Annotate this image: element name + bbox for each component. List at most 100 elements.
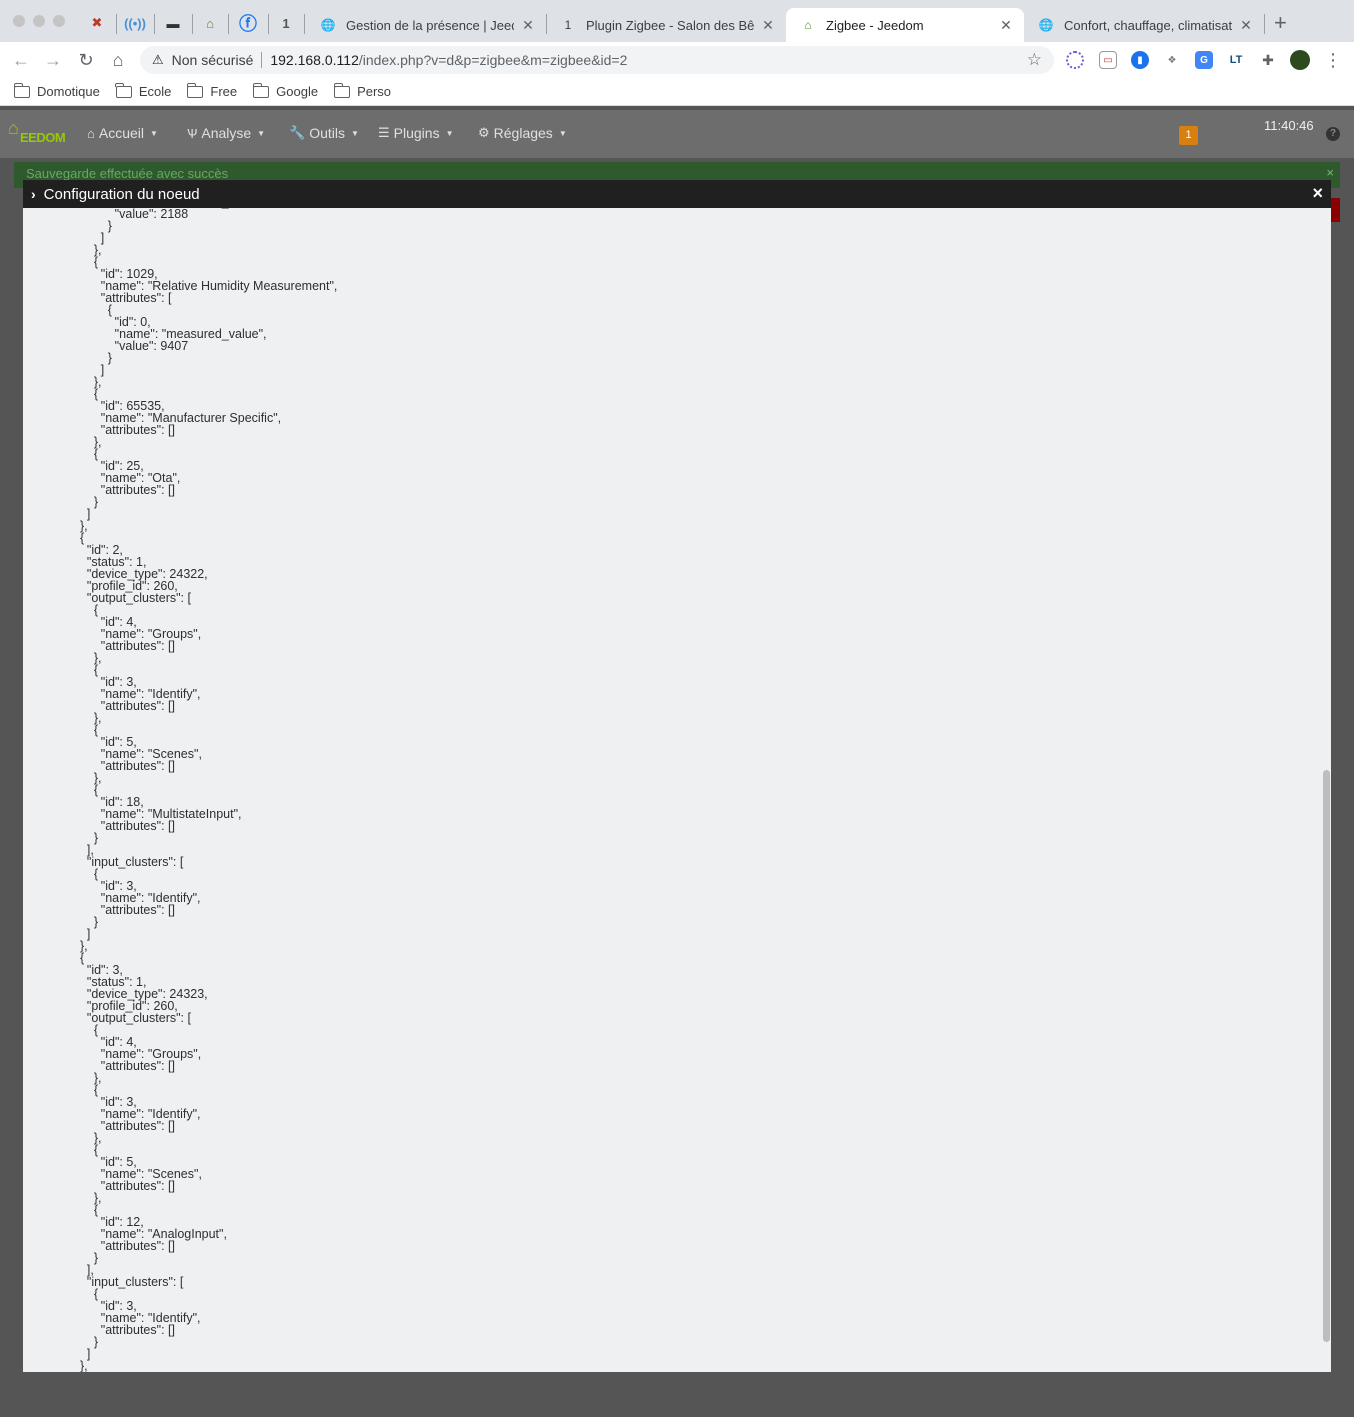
extension-cast-icon[interactable]: ▭: [1099, 51, 1117, 69]
bookmark-domotique[interactable]: Domotique: [13, 82, 100, 99]
gear-icon: ⚙: [478, 125, 490, 140]
warning-icon: ⚠: [152, 52, 164, 67]
tab-close-icon[interactable]: ✕: [760, 17, 776, 34]
chevron-right-icon: ›: [31, 186, 36, 202]
bookmark-star-icon[interactable]: ☆: [1027, 50, 1042, 70]
reload-icon[interactable]: ↻: [75, 49, 97, 71]
list-icon: ☰: [378, 125, 390, 140]
bookmark-free[interactable]: Free: [186, 82, 238, 99]
jeedom-logo[interactable]: ⌂ EEDOM: [6, 118, 70, 148]
bookmark-label: Perso: [357, 84, 392, 99]
tab-title: Confort, chauffage, climatisation: [1064, 17, 1232, 33]
help-icon[interactable]: ?: [1326, 127, 1340, 141]
browser-tab-strip: ✖ ((•)) ▬ ⌂ ⓕ 1 🌐 Gestion de la présence…: [0, 0, 1354, 42]
caret-down-icon: ▼: [257, 128, 266, 138]
tab-plugin-zigbee[interactable]: 1 Plugin Zigbee - Salon des Bêta-testeur…: [546, 8, 786, 42]
home-icon: ⌂: [87, 125, 95, 141]
pinned-tab-facebook-icon[interactable]: ⓕ: [237, 12, 259, 34]
jeedom-navbar: ⌂ EEDOM ⌂ Accueil ▼ Ѱ Analyse ▼ 🔧 Outils ▼ ☰ Pl…: [0, 110, 1354, 158]
menu-label: Analyse: [201, 125, 252, 141]
bookmark-ecole[interactable]: Ecole: [115, 82, 172, 99]
menu-outils[interactable]: 🔧 Outils ▼: [289, 125, 359, 141]
tab-title: Zigbee - Jeedom: [826, 17, 924, 33]
back-arrow-icon[interactable]: ←: [10, 49, 32, 71]
extension-lt-icon[interactable]: LT: [1227, 51, 1245, 69]
tab-close-icon[interactable]: ✕: [998, 17, 1014, 34]
alert-close-icon[interactable]: ×: [1326, 165, 1334, 180]
url-host: 192.168.0.112: [270, 52, 359, 68]
tab-title: Gestion de la présence | Jeedom: [346, 17, 514, 33]
tab-gestion-presence[interactable]: 🌐 Gestion de la présence | Jeedom ✕: [306, 8, 546, 42]
pinned-tab-one-icon[interactable]: 1: [275, 12, 297, 34]
message-badge[interactable]: 1: [1179, 126, 1198, 145]
browser-toolbar: ← → ↻ ⌂ ⚠ Non sécurisé 192.168.0.112/ind…: [0, 42, 1354, 78]
menu-kebab-icon[interactable]: ⋮: [1322, 49, 1344, 71]
extension-ring-icon[interactable]: [1066, 51, 1084, 69]
modal-scroll-thumb[interactable]: [1323, 770, 1330, 1342]
modal-header: › Configuration du noeud ×: [23, 180, 1331, 208]
menu-label: Outils: [309, 125, 345, 141]
menu-label: Plugins: [393, 125, 440, 141]
house-icon: ⌂: [8, 118, 19, 138]
folder-icon: [252, 82, 270, 98]
window-minimize-button[interactable]: [33, 15, 45, 27]
pinned-tab-feather-icon[interactable]: ▬: [162, 12, 184, 34]
red-side-tab: [1331, 198, 1340, 222]
window-zoom-button[interactable]: [53, 15, 65, 27]
extension-bookmark-icon[interactable]: ▮: [1131, 51, 1149, 69]
caret-down-icon: ▼: [350, 128, 359, 138]
tab-close-icon[interactable]: ✕: [1238, 17, 1254, 34]
tab-close-icon[interactable]: ✕: [520, 17, 536, 34]
folder-icon: [333, 82, 351, 98]
modal-close-icon[interactable]: ×: [1312, 183, 1323, 204]
bookmark-google[interactable]: Google: [252, 82, 319, 99]
pinned-tab-x-icon[interactable]: ✖: [86, 12, 108, 34]
extension-translate-icon[interactable]: G: [1195, 51, 1213, 69]
one-icon: 1: [564, 18, 572, 32]
tab-confort-chauffage[interactable]: 🌐 Confort, chauffage, climatisation ✕: [1024, 8, 1264, 42]
globe-icon: 🌐: [320, 18, 336, 32]
home-icon[interactable]: ⌂: [107, 49, 129, 71]
address-bar[interactable]: ⚠ Non sécurisé 192.168.0.112/index.php?v…: [140, 46, 1054, 74]
jeedom-icon: ⌂: [804, 18, 812, 32]
pinned-tab-radio-icon[interactable]: ((•)): [124, 12, 146, 34]
caret-down-icon: ▼: [150, 128, 158, 138]
caret-down-icon: ▼: [558, 128, 567, 138]
menu-analyse[interactable]: Ѱ Analyse ▼: [187, 125, 265, 141]
folder-icon: [13, 82, 30, 98]
logo-text: EEDOM: [20, 130, 66, 145]
globe-icon: 🌐: [1038, 18, 1054, 32]
bookmark-label: Ecole: [138, 84, 172, 99]
menu-plugins[interactable]: ☰ Plugins ▼: [378, 125, 454, 141]
folder-icon: [115, 82, 132, 98]
tab-title: Plugin Zigbee - Salon des Bêta-testeurs: [586, 17, 754, 33]
stethoscope-icon: Ѱ: [187, 125, 198, 141]
bookmarks-bar: Domotique Ecole Free Google Perso: [0, 78, 1354, 106]
profile-avatar[interactable]: [1290, 50, 1310, 70]
modal-body[interactable]: "name": "measured_value", "value": 2188 …: [23, 208, 1331, 1372]
security-label: Non sécurisé: [171, 52, 254, 68]
extension-dropbox-icon[interactable]: ❖: [1163, 51, 1181, 69]
modal-title: Configuration du noeud: [43, 185, 200, 203]
menu-label: Accueil: [98, 125, 144, 141]
bookmark-label: Domotique: [37, 84, 100, 99]
window-close-button[interactable]: [13, 15, 25, 27]
forward-arrow-icon[interactable]: →: [42, 49, 64, 71]
bookmark-label: Free: [210, 84, 238, 99]
tab-zigbee-jeedom[interactable]: ⌂ Zigbee - Jeedom ✕: [786, 8, 1024, 42]
bookmark-perso[interactable]: Perso: [333, 82, 392, 99]
wrench-icon: 🔧: [289, 125, 306, 140]
extensions-puzzle-icon[interactable]: ✚: [1259, 51, 1277, 69]
url-path: /index.php?v=d&p=zigbee&m=zigbee&id=2: [358, 52, 628, 68]
pinned-tab-jeedom-icon[interactable]: ⌂: [199, 12, 221, 34]
node-config-json: "name": "measured_value", "value": 2188 …: [79, 208, 338, 1372]
new-tab-button[interactable]: +: [1274, 12, 1287, 34]
clock: 11:40:46: [1264, 118, 1314, 133]
bookmark-label: Google: [276, 84, 319, 99]
menu-label: Réglages: [493, 125, 553, 141]
caret-down-icon: ▼: [445, 128, 454, 138]
alert-text: Sauvegarde effectuée avec succès: [26, 166, 229, 181]
menu-reglages[interactable]: ⚙ Réglages ▼: [478, 125, 567, 141]
folder-icon: [186, 82, 204, 98]
menu-accueil[interactable]: ⌂ Accueil ▼: [87, 125, 158, 141]
